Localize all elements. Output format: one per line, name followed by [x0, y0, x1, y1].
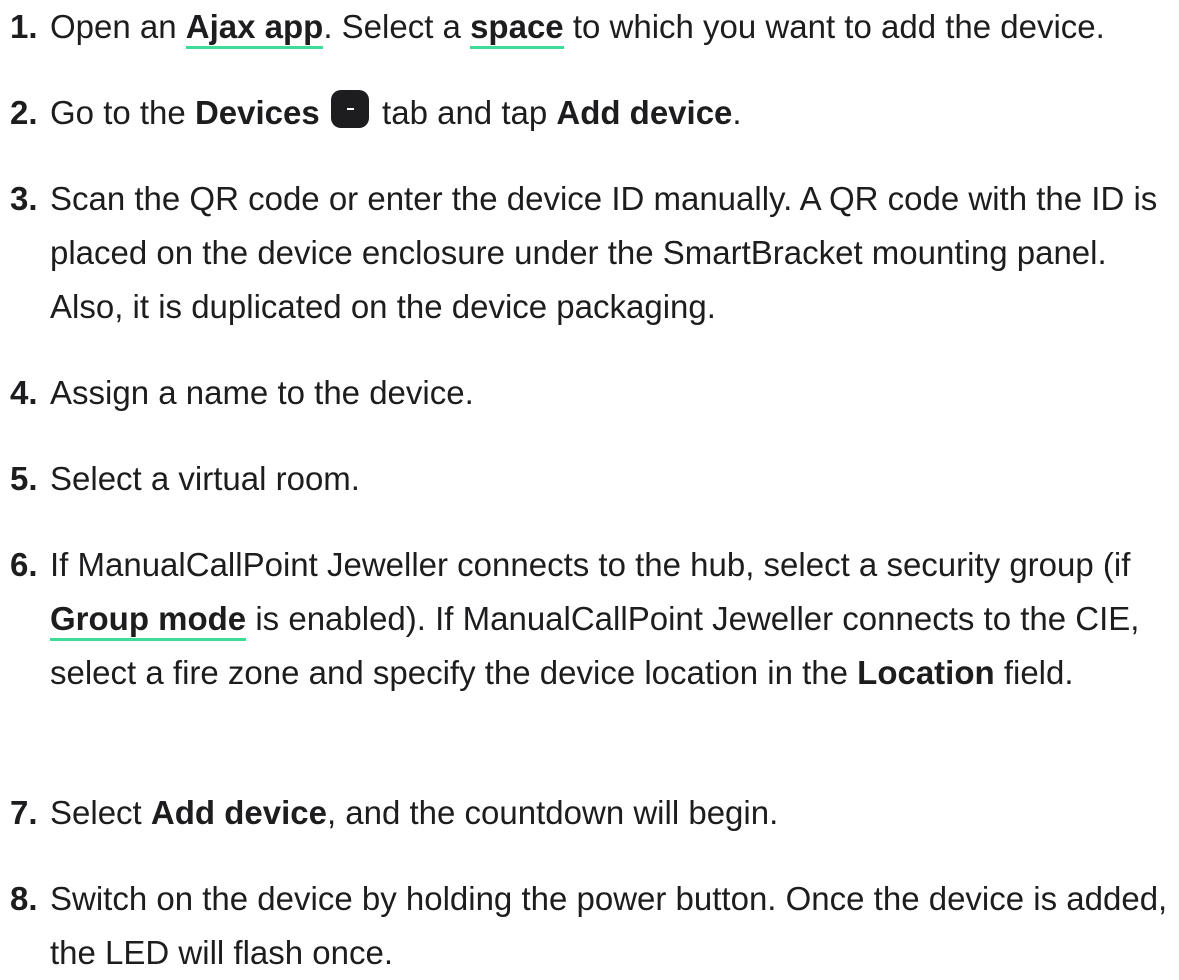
step-3: 3. Scan the QR code or enter the device …: [0, 172, 1179, 334]
step-number: 5.: [10, 460, 38, 497]
group-mode-link[interactable]: Group mode: [50, 600, 247, 641]
add-device-label: Add device: [556, 94, 733, 131]
step-text: Open an Ajax app. Select a space to whic…: [50, 0, 1175, 54]
step-1: 1. Open an Ajax app. Select a space to w…: [0, 0, 1179, 54]
text-run: tab and tap: [372, 94, 557, 131]
text-run: , and the countdown will begin.: [326, 794, 779, 831]
step-number: 7.: [10, 794, 38, 831]
text-run: Open an: [50, 8, 186, 45]
step-text: Assign a name to the device.: [50, 374, 474, 411]
step-6: 6. If ManualCallPoint Jeweller connects …: [0, 538, 1179, 700]
step-8: 8. Switch on the device by holding the p…: [0, 872, 1179, 980]
step-2: 2. Go to the Devices tab and tap Add dev…: [0, 86, 1179, 140]
step-number: 3.: [10, 180, 38, 217]
step-4: 4. Assign a name to the device.: [0, 366, 1179, 420]
step-number: 2.: [10, 94, 38, 131]
text-run: field.: [994, 654, 1074, 691]
step-number: 8.: [10, 880, 38, 917]
step-text: Scan the QR code or enter the device ID …: [50, 180, 1158, 325]
location-label: Location: [857, 654, 995, 691]
step-text: Select Add device, and the countdown wil…: [50, 786, 1175, 840]
space-link[interactable]: space: [470, 8, 564, 49]
step-number: 6.: [10, 546, 38, 583]
ajax-app-link[interactable]: Ajax app: [185, 8, 324, 49]
text-run: to which you want to add the device.: [563, 8, 1105, 45]
step-text: If ManualCallPoint Jeweller connects to …: [50, 538, 1175, 700]
step-5: 5. Select a virtual room.: [0, 452, 1179, 506]
add-device-label: Add device: [150, 794, 327, 831]
text-run: If ManualCallPoint Jeweller connects to …: [50, 546, 1131, 583]
step-number: 4.: [10, 374, 38, 411]
devices-tab-icon: [330, 90, 369, 128]
text-run: Select: [50, 794, 151, 831]
text-run: . Select a: [323, 8, 471, 45]
text-run: Go to the: [50, 94, 195, 131]
step-text: Go to the Devices tab and tap Add device…: [50, 86, 1175, 140]
text-run: .: [732, 94, 742, 131]
devices-label: Devices: [194, 94, 320, 131]
step-text: Switch on the device by holding the powe…: [50, 880, 1168, 971]
step-7: 7. Select Add device, and the countdown …: [0, 786, 1179, 840]
step-number: 1.: [10, 8, 38, 45]
step-text: Select a virtual room.: [50, 460, 360, 497]
